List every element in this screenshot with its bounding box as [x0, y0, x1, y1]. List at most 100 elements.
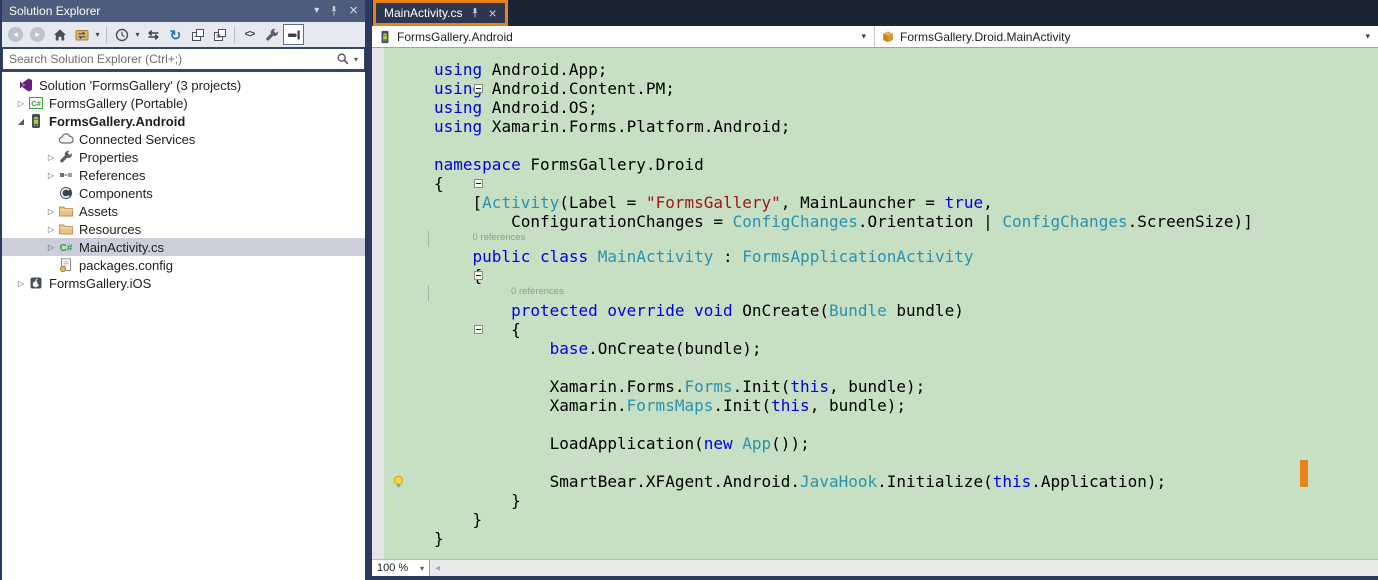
codelens-label[interactable]: 0 references: [473, 232, 526, 243]
code-line-8[interactable]: [Activity(Label = "FormsGallery", MainLa…: [384, 193, 1378, 212]
code-line-7[interactable]: {: [384, 174, 1378, 193]
home-button[interactable]: [49, 24, 70, 45]
solution-explorer-titlebar[interactable]: Solution Explorer ▾ ×: [2, 0, 365, 22]
pin-icon[interactable]: [328, 5, 340, 17]
panel-splitter[interactable]: [365, 0, 372, 580]
code-token: [434, 339, 550, 358]
view-code-button[interactable]: <>: [239, 24, 260, 45]
horizontal-scrollbar[interactable]: ◂: [430, 560, 1378, 576]
tree-item-components[interactable]: Components: [2, 184, 365, 202]
tree-item-formsgallery-ios[interactable]: ▷FormsGallery.iOS: [2, 274, 365, 292]
code-line-1[interactable]: using Android.App;: [384, 60, 1378, 79]
tree-item-formsgallery-portable[interactable]: ▷FormsGallery (Portable): [2, 94, 365, 112]
code-token: .Init(: [733, 377, 791, 396]
code-line-25[interactable]: }: [384, 510, 1378, 529]
project-dropdown[interactable]: FormsGallery.Android ▾: [372, 26, 875, 47]
tree-item-connected-services[interactable]: Connected Services: [2, 130, 365, 148]
expander-collapsed-icon[interactable]: ▷: [44, 225, 58, 234]
close-icon[interactable]: ×: [349, 5, 358, 17]
chevron-down-icon[interactable]: ▾: [93, 30, 102, 39]
tree-item-formsgallery-android[interactable]: ◢FormsGallery.Android: [2, 112, 365, 130]
refs-icon: [58, 167, 74, 183]
tree-item-mainactivity-cs[interactable]: ▷MainActivity.cs: [2, 238, 365, 256]
tree-item-properties[interactable]: ▷Properties: [2, 148, 365, 166]
code-token: FormsGallery.Droid: [521, 155, 704, 174]
code-line-20[interactable]: [384, 415, 1378, 434]
expander-collapsed-icon[interactable]: ▷: [14, 99, 28, 108]
fold-collapse-box[interactable]: [474, 271, 483, 280]
code-token: }: [434, 491, 521, 510]
code-line-21[interactable]: LoadApplication(new App());: [384, 434, 1378, 453]
code-token: this: [771, 396, 810, 415]
code-line-16[interactable]: base.OnCreate(bundle);: [384, 339, 1378, 358]
fold-guide-line: [428, 231, 429, 247]
expander-collapsed-icon[interactable]: ▷: [44, 207, 58, 216]
refresh-button[interactable]: ↻: [165, 24, 186, 45]
close-icon[interactable]: ×: [488, 7, 496, 19]
search-input[interactable]: Search Solution Explorer (Ctrl+;) ▾: [3, 49, 364, 69]
fold-minus-glyph: [476, 275, 481, 276]
codelens-references[interactable]: 0 references: [384, 231, 1378, 247]
preview-selected-items-button[interactable]: [283, 24, 304, 45]
code-line-18[interactable]: Xamarin.Forms.Forms.Init(this, bundle);: [384, 377, 1378, 396]
forward-button[interactable]: ▸: [27, 24, 48, 45]
code-line-11[interactable]: public class MainActivity : FormsApplica…: [384, 247, 1378, 266]
expander-collapsed-icon[interactable]: ▷: [44, 171, 58, 180]
tab-mainactivity[interactable]: MainActivity.cs ×: [373, 0, 508, 26]
code-line-22[interactable]: [384, 453, 1378, 472]
csfile-icon: [58, 239, 74, 255]
chevron-down-icon[interactable]: ▾: [133, 30, 142, 39]
code-line-4[interactable]: using Xamarin.Forms.Platform.Android;: [384, 117, 1378, 136]
tree-item-packages-config[interactable]: packages.config: [2, 256, 365, 274]
zoom-selector[interactable]: 100 % ▾: [372, 560, 430, 576]
tree-item-label: packages.config: [79, 258, 173, 273]
back-button[interactable]: ◂: [5, 24, 26, 45]
code-line-3[interactable]: using Android.OS;: [384, 98, 1378, 117]
code-token: ,: [983, 193, 993, 212]
codelens-references[interactable]: 0 references: [384, 285, 1378, 301]
tab-strip: MainActivity.cs ×: [372, 0, 1378, 26]
code-token: JavaHook: [800, 472, 877, 491]
scroll-left-icon[interactable]: ◂: [435, 563, 440, 574]
code-token: (Label =: [559, 193, 646, 212]
show-all-files-button[interactable]: [209, 24, 230, 45]
code-line-26[interactable]: }: [384, 529, 1378, 548]
tab-label: MainActivity.cs: [384, 6, 462, 20]
code-line-2[interactable]: using Android.Content.PM;: [384, 79, 1378, 98]
expander-collapsed-icon[interactable]: ▷: [14, 279, 28, 288]
tree-item-assets[interactable]: ▷Assets: [2, 202, 365, 220]
code-line-15[interactable]: {: [384, 320, 1378, 339]
properties-button[interactable]: [261, 24, 282, 45]
tree-item-resources[interactable]: ▷Resources: [2, 220, 365, 238]
code-line-6[interactable]: namespace FormsGallery.Droid: [384, 155, 1378, 174]
code-token: SmartBear.XFAgent.Android.: [434, 472, 800, 491]
sync-with-active-document-button[interactable]: [71, 24, 92, 45]
code-line-14[interactable]: protected override void OnCreate(Bundle …: [384, 301, 1378, 320]
collapse-all-button[interactable]: [187, 24, 208, 45]
search-icon[interactable]: [336, 52, 350, 66]
code-line-23[interactable]: SmartBear.XFAgent.Android.JavaHook.Initi…: [384, 472, 1378, 491]
type-dropdown[interactable]: FormsGallery.Droid.MainActivity ▾: [875, 26, 1378, 47]
code-line-19[interactable]: Xamarin.FormsMaps.Init(this, bundle);: [384, 396, 1378, 415]
code-line-9[interactable]: ConfigurationChanges = ConfigChanges.Ori…: [384, 212, 1378, 231]
pending-changes-filter-button[interactable]: [111, 24, 132, 45]
code-line-17[interactable]: [384, 358, 1378, 377]
code-line-12[interactable]: {: [384, 266, 1378, 285]
expander-collapsed-icon[interactable]: ▷: [44, 153, 58, 162]
code-line-24[interactable]: }: [384, 491, 1378, 510]
expander-expanded-icon[interactable]: ◢: [14, 117, 28, 126]
fold-collapse-box[interactable]: [474, 179, 483, 188]
codelens-label[interactable]: 0 references: [511, 286, 564, 297]
code-token: Android.Content.PM;: [482, 79, 675, 98]
chevron-down-icon[interactable]: ▾: [354, 55, 358, 64]
pin-icon[interactable]: [469, 7, 481, 19]
tree-item-references[interactable]: ▷References: [2, 166, 365, 184]
fold-collapse-box[interactable]: [474, 84, 483, 93]
code-line-5[interactable]: [384, 136, 1378, 155]
expander-collapsed-icon[interactable]: ▷: [44, 243, 58, 252]
window-position-dropdown-icon[interactable]: ▾: [314, 6, 319, 16]
switch-views-button[interactable]: ⇆: [143, 24, 164, 45]
fold-collapse-box[interactable]: [474, 325, 483, 334]
tree-item-solution-formsgallery-3-projects[interactable]: Solution 'FormsGallery' (3 projects): [2, 76, 365, 94]
class-icon: [881, 30, 895, 44]
